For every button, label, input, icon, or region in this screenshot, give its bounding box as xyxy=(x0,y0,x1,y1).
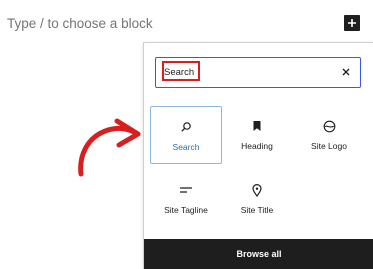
block-inserter-panel: Search Heading Site Logo Site Tagline xyxy=(143,42,373,269)
block-label: Search xyxy=(172,142,200,152)
bookmark-icon xyxy=(252,119,262,133)
block-label: Site Tagline xyxy=(164,205,208,215)
plus-icon xyxy=(348,19,356,27)
map-pin-icon xyxy=(252,183,262,197)
search-field[interactable] xyxy=(155,57,361,88)
block-heading[interactable]: Heading xyxy=(221,106,293,164)
red-arrow-annotation xyxy=(78,118,141,177)
close-icon xyxy=(342,68,350,76)
add-block-button[interactable] xyxy=(344,15,360,31)
clear-search-button[interactable] xyxy=(339,65,353,79)
block-site-logo[interactable]: Site Logo xyxy=(293,106,365,164)
block-site-title[interactable]: Site Title xyxy=(221,170,293,228)
search-input[interactable] xyxy=(160,60,340,84)
block-site-tagline[interactable]: Site Tagline xyxy=(150,170,222,228)
browse-all-button[interactable]: Browse all xyxy=(144,239,373,269)
block-label: Site Logo xyxy=(311,141,347,151)
editor-placeholder[interactable]: Type / to choose a block xyxy=(7,16,153,31)
tagline-icon xyxy=(179,183,193,197)
block-label: Site Title xyxy=(240,205,274,215)
block-label: Heading xyxy=(241,141,273,151)
search-icon xyxy=(180,120,192,134)
circle-logo-icon xyxy=(323,119,336,133)
block-search[interactable]: Search xyxy=(150,106,222,164)
